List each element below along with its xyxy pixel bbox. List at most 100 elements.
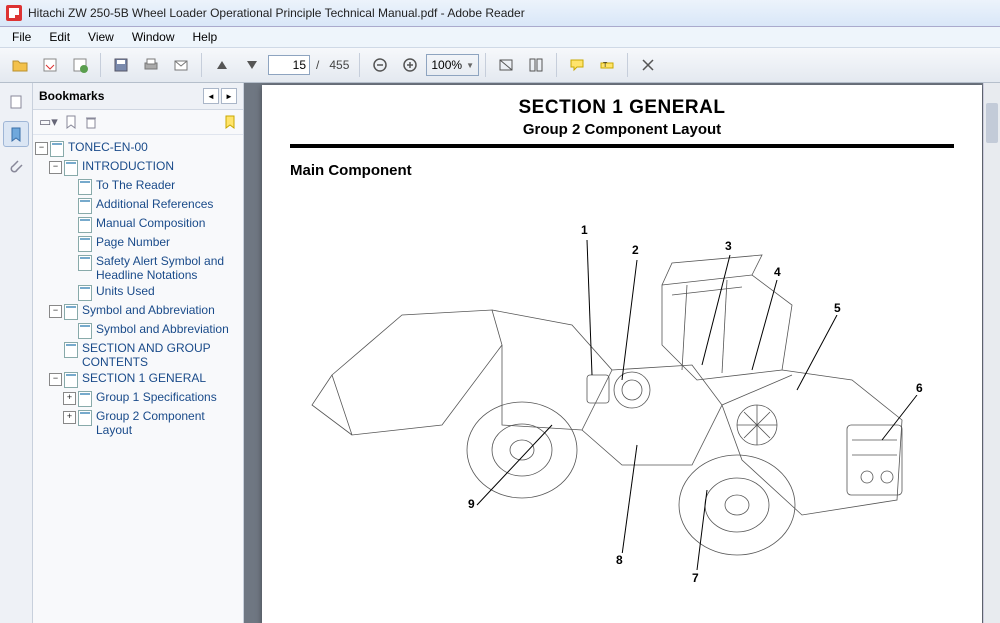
bm-item[interactable]: Units Used — [96, 284, 155, 298]
toolbar: / 455 100% ▼ T — [0, 48, 1000, 83]
section-subtitle: Group 2 Component Layout — [290, 121, 954, 138]
page-up-button[interactable] — [208, 51, 236, 79]
vertical-scrollbar[interactable] — [983, 83, 1000, 623]
bm-item[interactable]: Additional References — [96, 197, 213, 211]
menu-window[interactable]: Window — [124, 29, 183, 45]
tree-collapse-icon[interactable]: − — [49, 373, 62, 386]
tree-expand-icon[interactable]: + — [63, 392, 76, 405]
pdf-page: SECTION 1 GENERAL Group 2 Component Layo… — [262, 85, 982, 623]
bm-item[interactable]: Symbol and Abbreviation — [96, 322, 229, 336]
bm-delete-icon[interactable] — [84, 115, 98, 129]
bookmark-tree: −TONEC-EN-00 −INTRODUCTION To The Reader… — [33, 135, 243, 623]
bm-item[interactable]: To The Reader — [96, 178, 175, 192]
page-icon — [78, 179, 92, 195]
menu-file[interactable]: File — [4, 29, 39, 45]
scrollbar-thumb[interactable] — [986, 103, 998, 143]
page-icon — [64, 372, 78, 388]
bookmarks-tab[interactable] — [3, 121, 29, 147]
toolbar-separator — [627, 53, 628, 77]
page-icon — [64, 342, 78, 358]
comment-button[interactable] — [563, 51, 591, 79]
bm-item[interactable]: Safety Alert Symbol and Headline Notatio… — [96, 254, 236, 282]
page-icon — [78, 391, 92, 407]
bm-find-icon[interactable] — [223, 115, 237, 129]
tool-select-button[interactable] — [492, 51, 520, 79]
page-total: 455 — [325, 58, 353, 72]
thumbnails-tab[interactable] — [3, 89, 29, 115]
bm-item[interactable]: Group 2 Component Layout — [96, 409, 236, 437]
callout-9: 9 — [468, 497, 475, 511]
callout-4: 4 — [774, 265, 781, 279]
tool-hand-button[interactable] — [522, 51, 550, 79]
side-strip — [0, 83, 33, 623]
toolbar-separator — [201, 53, 202, 77]
tree-collapse-icon[interactable]: − — [49, 161, 62, 174]
toolbar-separator — [359, 53, 360, 77]
bm-root[interactable]: TONEC-EN-00 — [68, 140, 148, 154]
callout-2: 2 — [632, 243, 639, 257]
bm-sgc[interactable]: SECTION AND GROUP CONTENTS — [82, 341, 222, 369]
menu-help[interactable]: Help — [185, 29, 226, 45]
bookmarks-header: Bookmarks ◄ ► — [33, 83, 243, 110]
bm-item[interactable]: Page Number — [96, 235, 170, 249]
menu-edit[interactable]: Edit — [41, 29, 78, 45]
toolbar-separator — [485, 53, 486, 77]
page-icon — [78, 323, 92, 339]
zoom-out-button[interactable] — [366, 51, 394, 79]
callout-1: 1 — [581, 223, 588, 237]
page-icon — [50, 141, 64, 157]
bm-new-icon[interactable] — [64, 115, 78, 129]
callout-7: 7 — [692, 571, 699, 585]
page-icon — [64, 304, 78, 320]
zoom-in-button[interactable] — [396, 51, 424, 79]
zoom-value: 100% — [431, 58, 462, 72]
window-title: Hitachi ZW 250-5B Wheel Loader Operation… — [28, 6, 525, 20]
bookmarks-toolbar: ▭▾ — [33, 110, 243, 135]
page-icon — [78, 410, 92, 426]
tree-collapse-icon[interactable]: − — [35, 142, 48, 155]
title-bar: Hitachi ZW 250-5B Wheel Loader Operation… — [0, 0, 1000, 27]
page-number-input[interactable] — [268, 55, 310, 75]
section-title: SECTION 1 GENERAL — [290, 97, 954, 119]
document-area[interactable]: SECTION 1 GENERAL Group 2 Component Layo… — [244, 83, 1000, 623]
page-down-button[interactable] — [238, 51, 266, 79]
menu-view[interactable]: View — [80, 29, 122, 45]
tree-collapse-icon[interactable]: − — [49, 305, 62, 318]
page-icon — [78, 255, 92, 271]
callout-5: 5 — [834, 301, 841, 315]
callout-6: 6 — [916, 381, 923, 395]
bm-sym[interactable]: Symbol and Abbreviation — [82, 303, 215, 317]
app-icon — [6, 5, 22, 21]
bm-next-button[interactable]: ► — [221, 88, 237, 104]
callout-8: 8 — [616, 553, 623, 567]
zoom-select[interactable]: 100% ▼ — [426, 54, 479, 76]
highlight-button[interactable]: T — [593, 51, 621, 79]
bm-options-icon[interactable]: ▭▾ — [39, 114, 58, 130]
bm-item[interactable]: Group 1 Specifications — [96, 390, 217, 404]
bm-item[interactable]: Manual Composition — [96, 216, 205, 230]
bm-s1[interactable]: SECTION 1 GENERAL — [82, 371, 206, 385]
page-icon — [78, 285, 92, 301]
bm-intro[interactable]: INTRODUCTION — [82, 159, 174, 173]
toolbar-separator — [556, 53, 557, 77]
toolbar-separator — [100, 53, 101, 77]
export-pdf-button[interactable] — [36, 51, 64, 79]
create-pdf-button[interactable] — [66, 51, 94, 79]
page-icon — [78, 236, 92, 252]
save-button[interactable] — [107, 51, 135, 79]
page-separator: / — [312, 58, 323, 72]
workspace: Bookmarks ◄ ► ▭▾ −TONEC-EN-00 −INTRODUCT… — [0, 83, 1000, 623]
svg-text:T: T — [603, 62, 608, 69]
print-button[interactable] — [137, 51, 165, 79]
page-icon — [78, 198, 92, 214]
menu-bar: File Edit View Window Help — [0, 27, 1000, 48]
divider — [290, 144, 954, 148]
email-button[interactable] — [167, 51, 195, 79]
tree-expand-icon[interactable]: + — [63, 411, 76, 424]
open-button[interactable] — [6, 51, 34, 79]
page-icon — [78, 217, 92, 233]
chevron-down-icon: ▼ — [466, 61, 474, 70]
attachments-tab[interactable] — [3, 153, 29, 179]
read-mode-button[interactable] — [634, 51, 662, 79]
bm-prev-button[interactable]: ◄ — [203, 88, 219, 104]
